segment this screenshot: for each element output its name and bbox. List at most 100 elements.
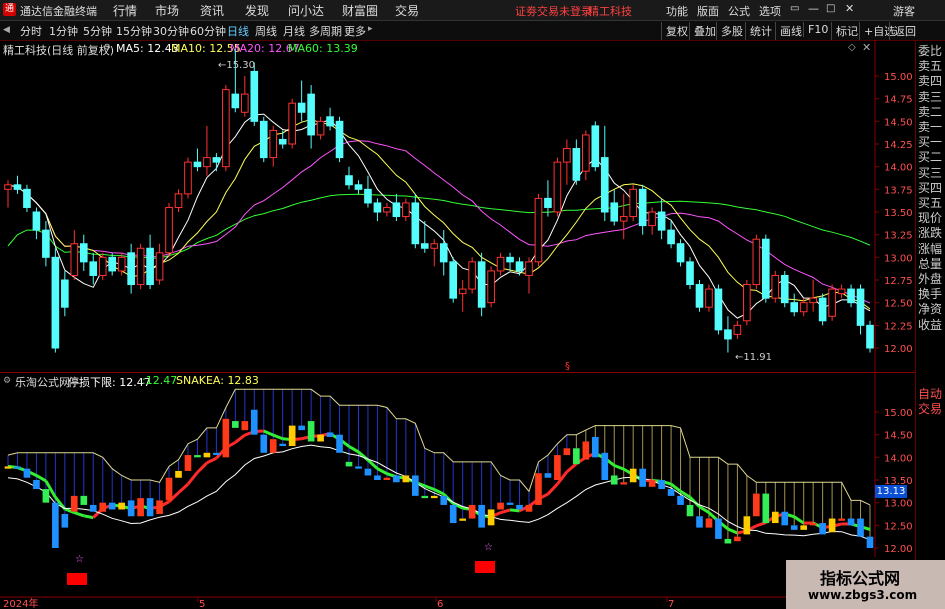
candle-body	[23, 188, 31, 208]
auto-trade-label[interactable]: 交易	[918, 402, 942, 417]
y-tick-label: 14.25	[884, 140, 913, 151]
candle-body	[240, 93, 249, 113]
quote-row-label[interactable]: 换手	[918, 287, 942, 302]
quote-row-label[interactable]: 卖四	[918, 74, 942, 89]
sub-candle-body	[33, 480, 40, 490]
menu-item-ask[interactable]: 问小达	[288, 2, 324, 19]
period-tab-timeshare[interactable]: 分时	[18, 23, 44, 39]
candle-body	[79, 243, 88, 263]
quote-row-label[interactable]: 买四	[918, 181, 942, 196]
candle-body	[212, 157, 221, 163]
mark-button[interactable]: 标记	[831, 22, 862, 40]
candle-body	[13, 184, 22, 190]
candle-body	[174, 193, 183, 208]
menu-item-news[interactable]: 资讯	[200, 2, 224, 19]
candle-body	[714, 288, 723, 331]
candle-body	[525, 261, 533, 276]
kline-chart[interactable]: 15.00 14.75 14.50 14.25 14.00 13.75 13.50 13.25…	[0, 40, 915, 609]
sub-candle-body	[269, 439, 277, 453]
candle-body	[108, 256, 117, 272]
quote-row-label[interactable]: 收益	[918, 318, 942, 333]
sub-candle-body	[506, 502, 514, 505]
back-button[interactable]: 返回	[889, 22, 920, 40]
period-tab-15min[interactable]: 15分钟	[114, 23, 154, 39]
quote-row-label[interactable]: 涨幅	[918, 242, 942, 257]
panel-divider[interactable]	[0, 372, 915, 373]
watermark-url: www.zbgs3.com	[808, 588, 918, 602]
snake-segment	[348, 445, 360, 454]
y-tick-label: 15.00	[884, 72, 913, 83]
snake-segment	[83, 514, 94, 520]
period-tab-more[interactable]: 更多	[342, 23, 368, 39]
candle-body	[468, 261, 476, 290]
maximize-icon[interactable]: □	[826, 3, 835, 14]
sub-candle-body	[828, 518, 836, 533]
quote-row-label[interactable]: 总量	[918, 257, 942, 272]
quote-row-label[interactable]: 买二	[918, 150, 942, 165]
quote-row-label[interactable]: 卖三	[918, 90, 942, 105]
quote-row-label[interactable]: 净资	[918, 302, 942, 317]
menu-item-wealth[interactable]: 财富圈	[342, 2, 378, 19]
draw-line-button[interactable]: 画线	[775, 22, 806, 40]
period-tab-monthly[interactable]: 月线	[281, 23, 307, 39]
candle-body	[364, 188, 372, 204]
y-tick-label: 12.00	[884, 344, 913, 355]
period-tab-weekly[interactable]: 周线	[253, 23, 279, 39]
candle-body	[402, 202, 410, 218]
menu-item-formula[interactable]: 公式	[728, 3, 750, 19]
candle-body	[383, 206, 391, 213]
menu-item-layout[interactable]: 版面	[697, 3, 719, 19]
sub-candle-body	[232, 421, 239, 428]
menu-item-market[interactable]: 市场	[155, 2, 179, 19]
quote-row-label[interactable]: 委比	[918, 44, 942, 59]
sub-candle-body	[771, 511, 779, 524]
candle-body	[667, 229, 675, 245]
sub-candle-body	[563, 448, 571, 456]
period-tab-60min[interactable]: 60分钟	[188, 23, 228, 39]
menu-item-quotes[interactable]: 行情	[113, 2, 137, 19]
login-status[interactable]: 证劵交易未登录	[515, 3, 592, 19]
period-tab-5min[interactable]: 5分钟	[81, 23, 114, 39]
quote-row-label[interactable]: 卖二	[918, 105, 942, 120]
sub-candle-body	[364, 468, 372, 476]
minimize-window-icon[interactable]: —	[808, 2, 819, 15]
close-icon[interactable]: ✕	[845, 2, 854, 15]
menu-item-trade[interactable]: 交易	[395, 2, 419, 19]
quote-row-label[interactable]: 外盘	[918, 272, 942, 287]
period-tab-daily[interactable]: 日线	[225, 23, 251, 39]
snake-segment	[366, 458, 379, 470]
candle-body	[733, 324, 742, 335]
candle-body	[724, 329, 732, 340]
candle-body	[297, 102, 306, 113]
sub-candle-body	[497, 502, 504, 510]
quote-row-label[interactable]: 卖五	[918, 59, 942, 74]
candle-body	[127, 252, 135, 286]
quote-row-label[interactable]: 现价	[918, 211, 942, 226]
statistics-button[interactable]: 统计	[745, 22, 776, 40]
period-tab-1min[interactable]: 1分钟	[47, 23, 80, 39]
more-arrow-icon[interactable]: ▸	[368, 24, 373, 34]
sub-candle-body	[724, 538, 732, 544]
menu-item-options[interactable]: 选项	[759, 3, 781, 19]
y-tick-label: 13.50	[884, 208, 913, 219]
restore-right-button[interactable]: 复权	[661, 22, 692, 40]
quote-row-label[interactable]: 买一	[918, 135, 942, 150]
auto-trade-label[interactable]: 自动	[918, 387, 942, 402]
snake-segment	[376, 467, 388, 475]
quote-row-label[interactable]: 卖一	[918, 120, 942, 135]
left-arrow-icon[interactable]: ◀	[3, 25, 10, 35]
multi-stock-button[interactable]: 多股	[716, 22, 747, 40]
sub-candle-body	[165, 477, 173, 501]
period-tab-multi[interactable]: 多周期	[307, 23, 344, 39]
minimize-icon[interactable]: ▭	[790, 3, 799, 14]
period-tab-30min[interactable]: 30分钟	[151, 23, 191, 39]
snake-segment	[727, 527, 738, 535]
guest-label[interactable]: 游客	[893, 3, 915, 19]
quote-row-label[interactable]: 买五	[918, 196, 942, 211]
menu-item-discover[interactable]: 发现	[245, 2, 269, 19]
quote-row-label[interactable]: 买三	[918, 166, 942, 181]
menu-item-function[interactable]: 功能	[666, 3, 688, 19]
f10-button[interactable]: F10	[803, 22, 832, 37]
candle-body	[780, 274, 789, 304]
quote-row-label[interactable]: 涨跌	[918, 226, 942, 241]
